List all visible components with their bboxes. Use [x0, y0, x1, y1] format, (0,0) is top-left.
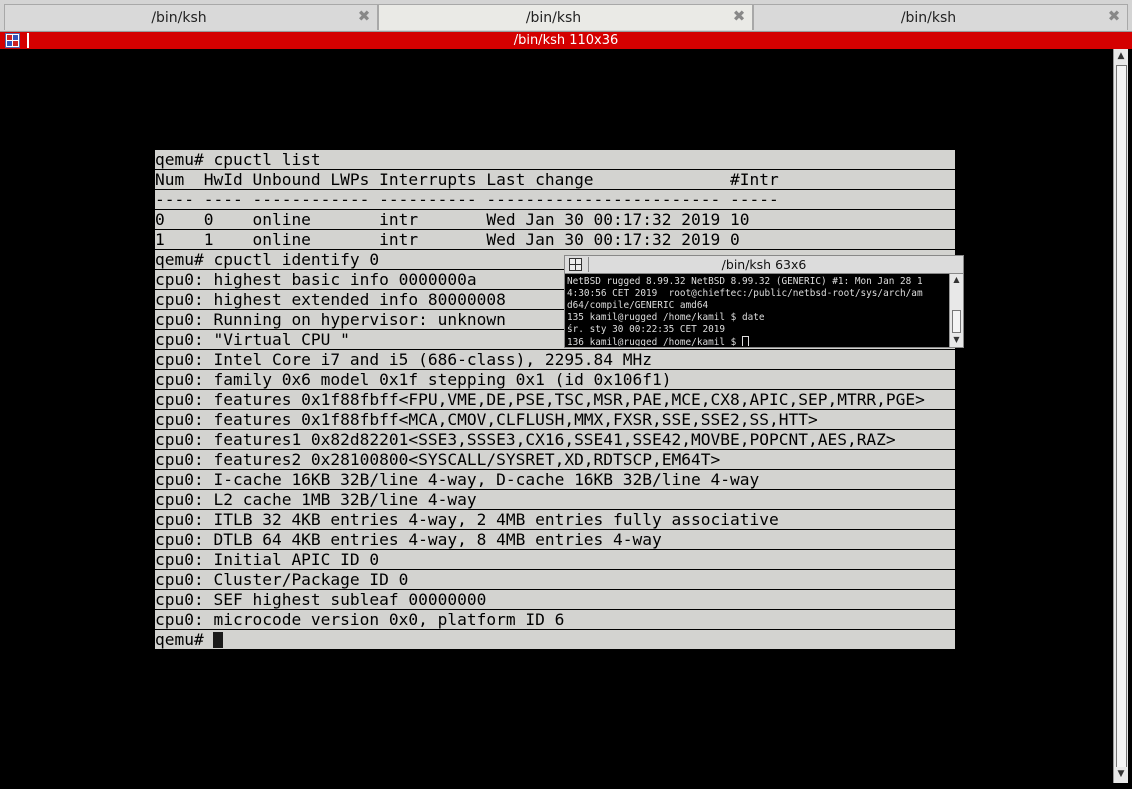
- qemu-line: Num HwId Unbound LWPs Interrupts Last ch…: [155, 170, 955, 190]
- mini-scroll-down-icon[interactable]: ▼: [950, 334, 963, 346]
- mini-terminal-title-bar[interactable]: /bin/ksh 63x6: [565, 256, 963, 274]
- qemu-prompt: qemu#: [155, 630, 214, 649]
- mini-line: 4:30:56 CET 2019 root@chieftec:/public/n…: [567, 288, 923, 299]
- tab-2-label: /bin/ksh: [525, 10, 582, 26]
- tab-2-close-icon[interactable]: ✖: [732, 9, 746, 24]
- mini-terminal-title: /bin/ksh 63x6: [721, 257, 807, 272]
- mini-prompt-line[interactable]: 136 kamil@rugged /home/kamil $: [567, 336, 947, 346]
- qemu-line: ---- ---- ------------ ---------- ------…: [155, 190, 955, 210]
- mini-scroll-up-icon[interactable]: ▲: [950, 274, 963, 286]
- qemu-console[interactable]: qemu# cpuctl list Num HwId Unbound LWPs …: [155, 150, 955, 650]
- qemu-line: 1 1 online intr Wed Jan 30 00:17:32 2019…: [155, 230, 955, 250]
- scroll-down-arrow-icon[interactable]: ▼: [1114, 767, 1128, 781]
- qemu-prompt-line[interactable]: qemu#: [155, 630, 955, 650]
- qemu-line: cpu0: Intel Core i7 and i5 (686-class), …: [155, 350, 955, 370]
- qemu-line: cpu0: Initial APIC ID 0: [155, 550, 955, 570]
- mini-scrollbar-thumb[interactable]: [952, 310, 961, 333]
- scroll-up-arrow-icon[interactable]: ▲: [1114, 49, 1128, 63]
- qemu-line: cpu0: features1 0x82d82201<SSE3,SSSE3,CX…: [155, 430, 955, 450]
- qemu-line: 0 0 online intr Wed Jan 30 00:17:32 2019…: [155, 210, 955, 230]
- qemu-line: cpu0: features 0x1f88fbff<FPU,VME,DE,PSE…: [155, 390, 955, 410]
- tab-1[interactable]: /bin/ksh ✖: [4, 4, 378, 30]
- tab-1-label: /bin/ksh: [151, 10, 207, 26]
- mini-scrollbar[interactable]: ▲ ▼: [949, 274, 963, 347]
- window-title-bar: /bin/ksh 110x36: [0, 32, 1132, 49]
- mini-line: śr. sty 30 00:22:35 CET 2019: [567, 324, 726, 335]
- qemu-line: cpu0: features 0x1f88fbff<MCA,CMOV,CLFLU…: [155, 410, 955, 430]
- mini-line: 135 kamil@rugged /home/kamil $ date: [567, 312, 765, 323]
- qemu-line: cpu0: SEF highest subleaf 00000000: [155, 590, 955, 610]
- tab-bar: /bin/ksh ✖ /bin/ksh ✖ /bin/ksh ✖: [0, 0, 1132, 32]
- tab-1-close-icon[interactable]: ✖: [357, 9, 371, 24]
- mini-window-menu-icon[interactable]: [569, 258, 582, 271]
- mini-line: d64/compile/GENERIC amd64: [567, 300, 709, 311]
- tab-3-close-icon[interactable]: ✖: [1107, 9, 1121, 24]
- mini-terminal-body[interactable]: NetBSD rugged 8.99.32 NetBSD 8.99.32 (GE…: [567, 276, 947, 346]
- qemu-line: qemu# cpuctl list: [155, 150, 955, 170]
- terminal-scrollbar[interactable]: ▲ ▼: [1113, 49, 1128, 783]
- tab-3[interactable]: /bin/ksh ✖: [753, 4, 1128, 30]
- qemu-cursor: [213, 632, 224, 648]
- qemu-line: cpu0: microcode version 0x0, platform ID…: [155, 610, 955, 630]
- mini-cursor: [741, 336, 749, 346]
- mini-terminal-window[interactable]: /bin/ksh 63x6 NetBSD rugged 8.99.32 NetB…: [564, 255, 964, 348]
- scrollbar-thumb[interactable]: [1116, 65, 1127, 769]
- window-title: /bin/ksh 110x36: [513, 33, 619, 48]
- tab-3-label: /bin/ksh: [900, 10, 957, 26]
- tab-2[interactable]: /bin/ksh ✖: [378, 4, 753, 30]
- qemu-line: cpu0: features2 0x28100800<SYSCALL/SYSRE…: [155, 450, 955, 470]
- mini-line: NetBSD rugged 8.99.32 NetBSD 8.99.32 (GE…: [567, 276, 923, 287]
- qemu-line: cpu0: ITLB 32 4KB entries 4-way, 2 4MB e…: [155, 510, 955, 530]
- qemu-line: cpu0: DTLB 64 4KB entries 4-way, 8 4MB e…: [155, 530, 955, 550]
- qemu-line: cpu0: I-cache 16KB 32B/line 4-way, D-cac…: [155, 470, 955, 490]
- mini-prompt: 136 kamil@rugged /home/kamil $: [567, 337, 742, 346]
- mini-title-separator: [588, 257, 589, 272]
- qemu-line: cpu0: family 0x6 model 0x1f stepping 0x1…: [155, 370, 955, 390]
- qemu-line: cpu0: L2 cache 1MB 32B/line 4-way: [155, 490, 955, 510]
- qemu-line: cpu0: Cluster/Package ID 0: [155, 570, 955, 590]
